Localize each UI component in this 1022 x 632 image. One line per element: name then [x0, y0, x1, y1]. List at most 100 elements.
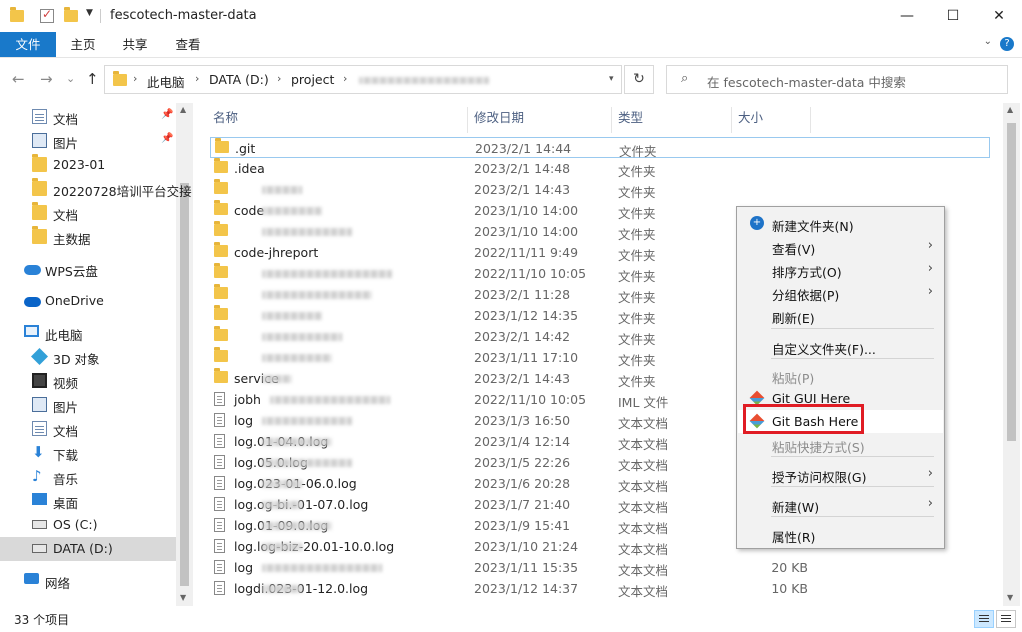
file-date: 2023/1/9 15:41 [474, 518, 571, 533]
folder-icon [214, 263, 228, 278]
minimize-button[interactable]: — [884, 0, 930, 32]
file-icon [214, 476, 225, 490]
scroll-down-icon[interactable]: ▼ [180, 593, 186, 602]
sidebar-item[interactable]: 3D 对象 [0, 345, 176, 369]
scroll-up-icon[interactable]: ▲ [1007, 105, 1013, 114]
file-type: 文件夹 [618, 290, 656, 305]
breadcrumb-project[interactable]: project [291, 72, 334, 87]
file-icon [214, 539, 225, 553]
sort-ascending-icon: ^ [333, 103, 341, 109]
sidebar-item[interactable]: 2023-01 [0, 153, 176, 177]
divider [611, 107, 612, 133]
file-size: 20 KB [771, 560, 808, 575]
tab-home[interactable]: 主页 [66, 32, 100, 57]
up-button[interactable]: ↑ [86, 70, 99, 88]
menu-new[interactable]: 新建(W) › [738, 493, 943, 516]
file-date: 2023/2/1 14:44 [475, 141, 572, 156]
cloud-icon [24, 265, 41, 275]
column-header-name[interactable]: 名称 [213, 107, 238, 134]
sidebar-scrollbar[interactable]: ▲ ▼ [176, 103, 193, 606]
sidebar-item[interactable]: OS (C:) [0, 513, 176, 537]
large-icons-view-button[interactable] [996, 610, 1016, 628]
file-type: 文件夹 [618, 185, 656, 200]
properties-icon[interactable] [40, 7, 54, 24]
address-dropdown-icon[interactable]: ▾ [609, 74, 614, 84]
file-list-scrollbar[interactable]: ▲ ▼ [1003, 103, 1020, 606]
tab-file[interactable]: 文件 [0, 32, 56, 57]
menu-sort-by[interactable]: 排序方式(O) › [738, 258, 943, 281]
sidebar-item[interactable]: OneDrive [0, 289, 176, 313]
column-header-type[interactable]: 类型 [618, 107, 643, 134]
sidebar-item[interactable]: 图片 📌 [0, 129, 176, 153]
sidebar-item[interactable]: 此电脑 [0, 321, 176, 345]
sidebar-item[interactable]: 视频 [0, 369, 176, 393]
sidebar-item[interactable]: 文档 [0, 417, 176, 441]
folder-icon [214, 305, 228, 320]
sidebar-item[interactable]: 文档 📌 [0, 105, 176, 129]
tab-share[interactable]: 共享 [118, 32, 152, 57]
sidebar-item[interactable]: 主数据 [0, 225, 176, 249]
scroll-up-icon[interactable]: ▲ [180, 105, 186, 114]
scroll-down-icon[interactable]: ▼ [1007, 593, 1013, 602]
tab-view[interactable]: 查看 [171, 32, 205, 57]
highlight-box [743, 404, 864, 434]
sidebar-item[interactable]: 桌面 [0, 489, 176, 513]
menu-new-folder[interactable]: + 新建文件夹(N) [738, 212, 943, 235]
sidebar-item[interactable]: DATA (D:) [0, 537, 176, 561]
menu-item-label: 粘贴(P) [772, 371, 815, 386]
search-input[interactable]: ⌕ 在 fescotech-master-data 中搜索 [666, 65, 1008, 94]
maximize-button[interactable]: ☐ [930, 0, 976, 32]
quick-access-dropdown-icon[interactable]: ▼ [86, 8, 93, 18]
menu-item-label: 自定义文件夹(F)... [772, 342, 876, 357]
menu-refresh[interactable]: 刷新(E) [738, 304, 943, 327]
file-size: 10 KB [771, 581, 808, 596]
menu-properties[interactable]: 属性(R) [738, 523, 943, 546]
blurred-filename [262, 585, 302, 593]
sidebar-item[interactable]: 20220728培训平台交接 [0, 177, 192, 201]
desktop-icon [32, 493, 47, 505]
file-name: log [234, 413, 254, 428]
address-bar[interactable]: › 此电脑 › DATA (D:) › project › ▾ [104, 65, 622, 94]
file-date: 2023/1/11 15:35 [474, 560, 579, 575]
file-row[interactable]: logdi.023-01-12.0.log2023/1/12 14:37文本文档… [210, 578, 990, 599]
sidebar-item[interactable]: 文档 [0, 201, 176, 225]
forward-button[interactable]: → [40, 70, 53, 88]
menu-view[interactable]: 查看(V) › [738, 235, 943, 258]
menu-item-label: 粘贴快捷方式(S) [772, 440, 865, 455]
file-row[interactable]: .git 2023/2/1 14:44 文件夹 [210, 137, 990, 159]
menu-customize-folder[interactable]: 自定义文件夹(F)... [738, 335, 943, 358]
breadcrumb-this-pc[interactable]: 此电脑 [147, 72, 185, 91]
chevron-right-icon: › [927, 238, 933, 253]
file-type: 文件夹 [618, 332, 656, 347]
column-header-size[interactable]: 大小 [738, 107, 763, 134]
sidebar-item[interactable]: WPS云盘 [0, 257, 176, 281]
back-button[interactable]: ← [12, 70, 25, 88]
file-date: 2023/2/1 14:43 [474, 182, 571, 197]
scrollbar-thumb[interactable] [180, 183, 189, 586]
column-header-date[interactable]: 修改日期 [474, 107, 524, 134]
sidebar-item[interactable]: ♪ 音乐 [0, 465, 176, 489]
sidebar-item[interactable]: 网络 [0, 569, 176, 593]
folder-icon [214, 200, 228, 215]
recent-locations-icon[interactable]: ⌄ [66, 72, 75, 85]
folder-icon [215, 138, 229, 153]
sidebar-item[interactable]: ⬇ 下载 [0, 441, 176, 465]
sidebar-item-label: 桌面 [53, 496, 79, 511]
sidebar-item[interactable]: 图片 [0, 393, 176, 417]
new-folder-quick-icon[interactable] [64, 7, 78, 24]
file-row[interactable]: .idea 2023/2/1 14:48 文件夹 [210, 158, 990, 179]
breadcrumb-data-drive[interactable]: DATA (D:) [209, 72, 269, 87]
chevron-down-icon[interactable]: ⌄ [984, 36, 992, 47]
menu-group-by[interactable]: 分组依据(P) › [738, 281, 943, 304]
file-row[interactable]: log 2023/1/11 15:35 文本文档 20 KB [210, 557, 990, 578]
file-row[interactable]: 2023/2/1 14:43 文件夹 [210, 179, 990, 200]
file-date: 2023/1/12 14:37 [474, 581, 579, 596]
scrollbar-thumb[interactable] [1007, 123, 1016, 441]
details-view-button[interactable] [974, 610, 994, 628]
close-button[interactable]: ✕ [976, 0, 1022, 32]
help-icon[interactable]: ? [1000, 37, 1014, 51]
refresh-button[interactable]: ↻ [624, 65, 654, 94]
menu-give-access[interactable]: 授予访问权限(G) › [738, 463, 943, 486]
folder-icon [32, 226, 47, 244]
sidebar-item-label: 图片 [53, 400, 79, 415]
